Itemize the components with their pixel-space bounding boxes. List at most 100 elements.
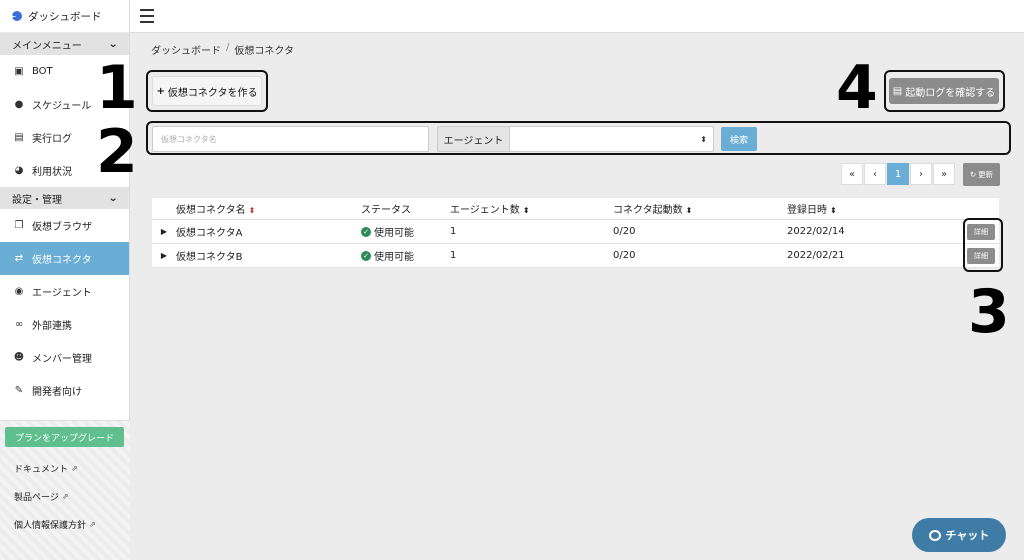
breadcrumb-dashboard[interactable]: ダッシュボード xyxy=(151,42,221,57)
column-header-launches[interactable]: コネクタ起動数 ⬍ xyxy=(613,201,787,216)
section-main-menu[interactable]: メインメニュー ⌄ xyxy=(0,33,129,55)
view-launch-log-button[interactable]: ▤ 起動ログを確認する xyxy=(889,78,999,104)
page-last-button[interactable]: » xyxy=(933,163,955,185)
search-button[interactable]: 検索 xyxy=(721,127,757,151)
link-icon: ∞ xyxy=(14,319,24,330)
status-label: 使用可能 xyxy=(374,252,414,263)
column-header-date[interactable]: 登録日時 ⬍ xyxy=(787,201,967,216)
header-label: 登録日時 xyxy=(787,205,827,216)
section-settings-label: 設定・管理 xyxy=(12,194,62,206)
callout-box-3 xyxy=(963,218,1003,272)
callout-number-4: 4 xyxy=(836,53,878,123)
sort-icon: ⬍ xyxy=(248,206,256,215)
page-current-button[interactable]: 1 xyxy=(887,163,909,185)
cell-launches: 0/20 xyxy=(613,250,636,261)
link-label: 製品ページ xyxy=(14,493,59,503)
document-icon: ▤ xyxy=(892,85,903,97)
connector-table: 仮想コネクタ名 ⬍ ステータス エージェント数 ⬍ コネクタ起動数 ⬍ 登録日時 ⬍ ▶… xyxy=(152,198,999,268)
sidebar-item-label: 利用状況 xyxy=(32,167,72,178)
sidebar-item-label: メンバー管理 xyxy=(32,354,92,365)
column-header-status: ステータス xyxy=(361,201,450,216)
sidebar-footer: プランをアップグレード ドキュメント ⇗ 製品ページ ⇗ 個人情報保護方針 ⇗ xyxy=(0,420,130,560)
cell-name: 仮想コネクタA xyxy=(176,228,243,239)
connector-icon: ⇄ xyxy=(14,253,24,264)
table-row: ▶ 仮想コネクタA ✓ 使用可能 1 0/20 2022/02/14 詳細 xyxy=(152,220,999,244)
log-button-label: 起動ログを確認する xyxy=(905,87,996,99)
sidebar-item-label: 開発者向け xyxy=(32,387,82,398)
external-link-icon: ⇗ xyxy=(61,492,69,501)
pie-chart-icon: ◕ xyxy=(14,165,24,176)
sidebar-item-label: 仮想ブラウザ xyxy=(32,222,92,233)
connector-name-input[interactable]: 仮想コネクタ名 xyxy=(152,126,429,152)
sidebar-item-developers[interactable]: ✎ 開発者向け xyxy=(0,374,129,407)
section-settings[interactable]: 設定・管理 ⌄ xyxy=(0,187,129,209)
header-label: ステータス xyxy=(361,205,411,216)
cell-status: ✓ 使用可能 xyxy=(361,224,450,239)
cell-launches: 0/20 xyxy=(613,226,636,237)
documentation-link[interactable]: ドキュメント ⇗ xyxy=(14,462,78,475)
table-header: 仮想コネクタ名 ⬍ ステータス エージェント数 ⬍ コネクタ起動数 ⬍ 登録日時 ⬍ xyxy=(152,198,999,220)
browser-icon: ❐ xyxy=(14,220,24,231)
breadcrumb: ダッシュボード / 仮想コネクタ xyxy=(151,42,294,57)
agent-select[interactable]: ⬍ xyxy=(509,126,714,152)
sort-icon: ⬍ xyxy=(830,206,837,215)
chat-bubble-icon xyxy=(928,529,941,541)
sidebar-item-agent[interactable]: ◉ エージェント xyxy=(0,275,129,308)
expand-caret-icon[interactable]: ▶ xyxy=(152,227,176,236)
page-next-button[interactable]: › xyxy=(910,163,932,185)
cell-status: ✓ 使用可能 xyxy=(361,248,450,263)
link-label: ドキュメント xyxy=(14,465,69,475)
cell-date: 2022/02/21 xyxy=(787,250,845,261)
callout-number-3: 3 xyxy=(968,277,1010,347)
privacy-policy-link[interactable]: 個人情報保護方針 ⇗ xyxy=(14,518,96,531)
cell-agents: 1 xyxy=(450,226,457,237)
column-header-agents[interactable]: エージェント数 ⬍ xyxy=(450,201,613,216)
sidebar-item-label: 実行ログ xyxy=(32,134,72,145)
search-row: 仮想コネクタ名 エージェント ⬍ 検索 xyxy=(152,126,757,152)
cell-name: 仮想コネクタB xyxy=(176,252,243,263)
agent-filter-label: エージェント xyxy=(437,126,509,152)
dashboard-logo-icon xyxy=(12,11,22,21)
chat-label: チャット xyxy=(945,529,990,542)
external-link-icon: ⇗ xyxy=(71,464,78,473)
sidebar-item-virtual-connector[interactable]: ⇄ 仮想コネクタ xyxy=(0,242,129,275)
chrome-icon: ◉ xyxy=(14,286,24,297)
topbar xyxy=(130,0,1024,33)
page-prev-button[interactable]: ‹ xyxy=(864,163,886,185)
table-row: ▶ 仮想コネクタB ✓ 使用可能 1 0/20 2022/02/21 詳細 xyxy=(152,244,999,268)
sidebar-item-label: エージェント xyxy=(32,288,92,299)
wrench-icon: ✎ xyxy=(14,385,24,396)
callout-number-2: 2 xyxy=(96,117,138,187)
pagination: « ‹ 1 › » xyxy=(841,163,955,185)
check-circle-icon: ✓ xyxy=(361,250,371,261)
sidebar-brand[interactable]: ダッシュボード xyxy=(0,0,129,33)
header-label: コネクタ起動数 xyxy=(613,205,683,216)
create-connector-button[interactable]: + 仮想コネクタを作る xyxy=(152,76,262,106)
plus-icon: + xyxy=(156,85,165,97)
cell-date: 2022/02/14 xyxy=(787,226,845,237)
upgrade-plan-button[interactable]: プランをアップグレード xyxy=(5,427,124,447)
brand-label: ダッシュボード xyxy=(28,10,102,23)
chevron-down-icon: ⌄ xyxy=(107,192,118,204)
section-main-label: メインメニュー xyxy=(12,40,82,52)
sidebar-item-member-management[interactable]: ☻ メンバー管理 xyxy=(0,341,129,374)
header-label: エージェント数 xyxy=(450,205,520,216)
expand-caret-icon[interactable]: ▶ xyxy=(152,251,176,260)
select-arrows-icon: ⬍ xyxy=(700,134,707,144)
page-first-button[interactable]: « xyxy=(841,163,863,185)
sidebar-item-virtual-browser[interactable]: ❐ 仮想ブラウザ xyxy=(0,209,129,242)
external-link-icon: ⇗ xyxy=(89,520,96,529)
product-page-link[interactable]: 製品ページ ⇗ xyxy=(14,490,69,503)
create-button-label: 仮想コネクタを作る xyxy=(167,87,258,99)
file-icon: ▤ xyxy=(14,132,24,143)
clock-icon: ● xyxy=(14,99,24,110)
chat-button[interactable]: チャット xyxy=(912,518,1006,552)
sidebar-item-label: スケジュール xyxy=(32,101,92,112)
sidebar-item-label: BOT xyxy=(32,66,53,77)
hamburger-menu-icon[interactable] xyxy=(140,9,154,23)
refresh-button[interactable]: ↻ 更新 xyxy=(963,163,1000,186)
column-header-name[interactable]: 仮想コネクタ名 ⬍ xyxy=(176,201,361,216)
sidebar-item-label: 仮想コネクタ xyxy=(32,255,92,266)
sidebar-item-external-integration[interactable]: ∞ 外部連携 xyxy=(0,308,129,341)
robot-icon: ▣ xyxy=(14,66,24,77)
